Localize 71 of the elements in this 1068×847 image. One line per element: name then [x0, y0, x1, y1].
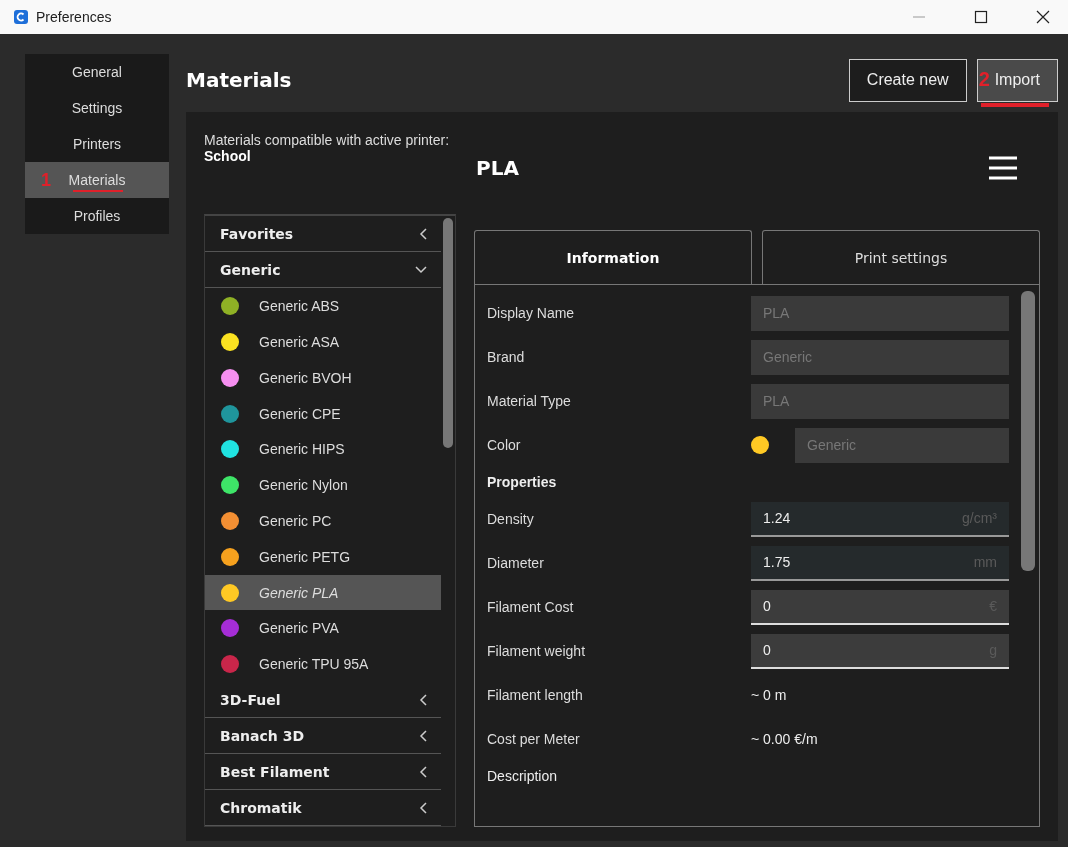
app-icon [14, 10, 28, 25]
tab[interactable]: Information [474, 230, 752, 285]
input-field[interactable]: 0 € [751, 589, 1009, 625]
annotation-number: 2 [978, 67, 990, 91]
property-label: Filament Cost [487, 599, 575, 616]
window-title: Preferences [36, 9, 112, 26]
material-name: Generic PLA [259, 584, 339, 601]
compatibility-text: Materials compatible with active printer: [204, 132, 451, 149]
property-label: Density [487, 511, 535, 528]
annotation-underline [980, 102, 1049, 107]
printer-name: School [204, 148, 252, 165]
unit-label: € [989, 598, 997, 615]
material-title: PLA [476, 156, 519, 181]
property-label: Filament length [487, 687, 584, 704]
material-item[interactable]: Generic ASA [205, 324, 441, 360]
property-label: Cost per Meter [487, 731, 581, 748]
category-header[interactable]: Favorites [205, 216, 441, 253]
annotation-underline [73, 190, 123, 193]
scrollbar-thumb[interactable] [1021, 291, 1035, 572]
material-item[interactable]: Generic TPU 95A [205, 646, 441, 682]
field-value: 1.75 [763, 554, 791, 571]
category-header[interactable]: Best Filament [205, 754, 441, 790]
property-value: ~ 0 m [751, 687, 787, 704]
material-item[interactable]: Generic BVOH [205, 359, 441, 396]
sidebar-item[interactable]: Printers [25, 126, 169, 163]
sidebar-item[interactable]: 1 Materials [25, 162, 169, 199]
material-name: Generic CPE [259, 405, 341, 422]
material-item[interactable]: Generic PC [205, 503, 441, 539]
property-label: Color [487, 437, 522, 454]
material-item[interactable]: Generic CPE [205, 395, 441, 432]
sidebar-item[interactable]: Settings [25, 90, 169, 127]
material-item[interactable]: Generic PVA [205, 610, 441, 647]
material-name: Generic BVOH [259, 369, 352, 386]
material-item[interactable]: Generic Nylon [205, 467, 441, 503]
close-icon[interactable] [1036, 10, 1050, 25]
tab[interactable]: Print settings [762, 230, 1040, 285]
sidebar-item[interactable]: General [25, 54, 169, 91]
material-name: Generic ABS [259, 298, 340, 315]
property-value: ~ 0.00 €/m [751, 731, 818, 748]
material-name: Generic Nylon [259, 477, 348, 494]
category-header[interactable]: 3D-Fuel [205, 682, 441, 718]
annotation-number: 1 [41, 169, 51, 191]
section-heading: Properties [487, 474, 557, 491]
sidebar-item[interactable]: Profiles [25, 198, 169, 235]
property-label: Brand [487, 349, 526, 366]
material-name: Generic PETG [259, 548, 351, 565]
field-value: 0 [763, 642, 771, 659]
material-item[interactable]: Generic PETG [205, 538, 441, 575]
material-item[interactable]: Generic HIPS [205, 431, 441, 468]
property-label: Filament weight [487, 643, 587, 660]
action-button[interactable]: Create new [848, 58, 967, 102]
scrollbar-thumb[interactable] [443, 218, 453, 449]
section-heading: Description [487, 768, 558, 785]
material-item[interactable]: Generic ABS [205, 288, 441, 325]
field-value: 0 [763, 598, 771, 615]
property-label: Diameter [487, 555, 545, 572]
material-name: Generic ASA [259, 333, 340, 350]
page-title: Materials [186, 68, 292, 93]
category-header[interactable]: Chromatik [205, 790, 441, 826]
category-header[interactable]: Generic [205, 252, 441, 289]
material-name: Generic PVA [259, 620, 339, 637]
property-label: Material Type [487, 393, 572, 410]
category-header[interactable]: Banach 3D [205, 718, 441, 754]
property-label: Display Name [487, 305, 576, 322]
material-item[interactable]: Generic PLA [205, 574, 441, 611]
menu-icon[interactable] [988, 156, 1018, 181]
material-name: Generic PC [259, 512, 332, 529]
maximize-icon[interactable] [974, 10, 988, 25]
material-name: Generic HIPS [259, 441, 345, 458]
material-name: Generic TPU 95A [259, 656, 369, 673]
field-value: 1.24 [763, 510, 791, 527]
